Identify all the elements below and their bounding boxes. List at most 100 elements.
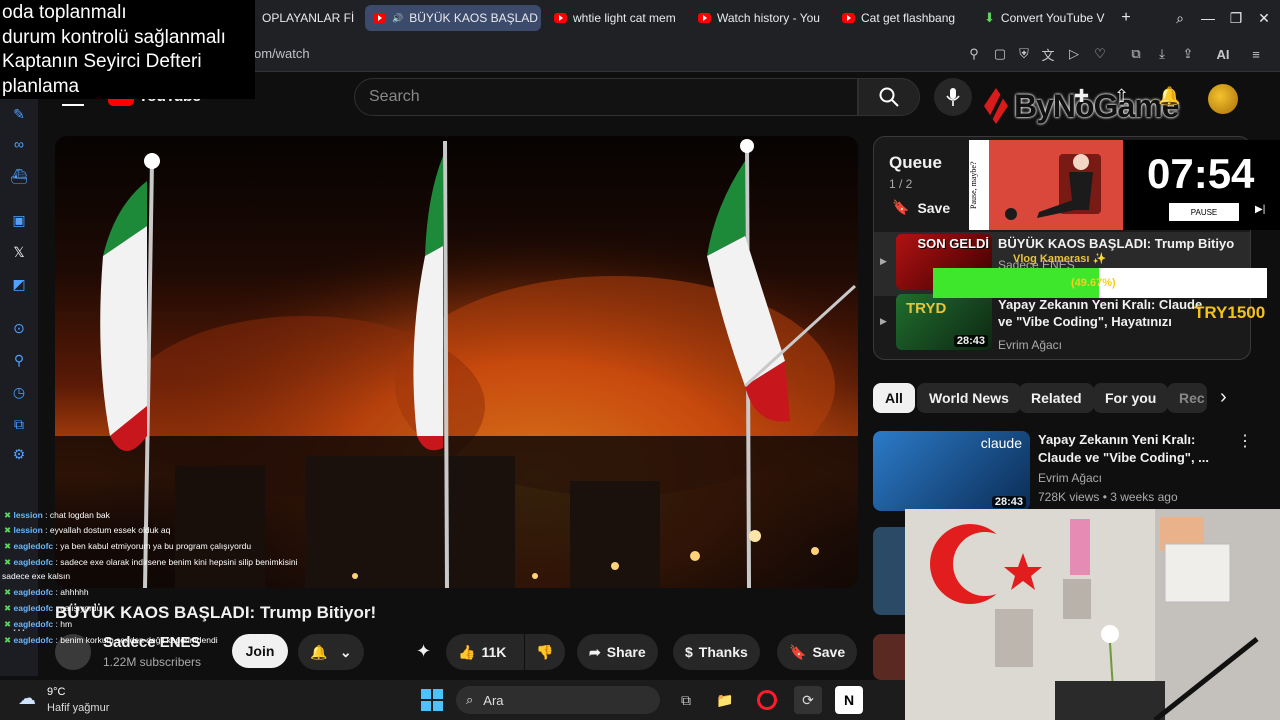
recommendation-item[interactable]: claude 28:43 Yapay Zekanın Yeni Kralı: C…	[873, 431, 1253, 511]
translate-icon[interactable]: 文	[1038, 44, 1058, 64]
youtube-icon	[842, 13, 855, 23]
ship-icon[interactable]: ⛴	[9, 166, 29, 186]
taskbar-search[interactable]: ⌕ Ara	[456, 686, 660, 714]
settings-icon[interactable]: ⚙	[9, 444, 29, 464]
download-icon[interactable]: ⤓	[1152, 44, 1172, 64]
chat-message: eyvallah dostum essek olduk aq	[49, 525, 171, 535]
recommendation-thumbnail-partial[interactable]	[873, 527, 905, 615]
puzzle-icon[interactable]: ⧉	[9, 414, 29, 434]
chat-message: chat logdan bak	[49, 510, 110, 520]
thanks-icon: $	[685, 644, 693, 660]
queue-item[interactable]: ▶ TRYD 28:43 Yapay Zekanın Yeni Kralı: C…	[874, 292, 1250, 356]
dislike-button[interactable]: 👎	[525, 634, 565, 670]
chip-world-news[interactable]: World News	[917, 383, 1021, 413]
browser-tab-active[interactable]: 🔊 BÜYÜK KAOS BAŞLAD	[365, 5, 541, 31]
browser-tab[interactable]: OPLAYANLAR FİL	[254, 5, 354, 31]
screenshot-icon[interactable]: ▢	[990, 44, 1010, 64]
shield-icon[interactable]: ⛨	[1014, 44, 1034, 64]
twitch-icon[interactable]: ▣	[9, 210, 29, 230]
chat-overlay: ✖ lession : chat logdan bak ✖ lession : …	[0, 493, 420, 673]
history-icon[interactable]: ◷	[9, 382, 29, 402]
chat-user: eagledofc	[13, 635, 54, 645]
browser-tab[interactable]: ⬇ Convert YouTube V	[976, 5, 1112, 31]
file-explorer-icon[interactable]: 📁	[711, 686, 739, 714]
opera-icon[interactable]	[753, 686, 781, 714]
favorite-icon[interactable]: ♡	[1090, 44, 1110, 64]
voice-search-button[interactable]	[934, 78, 972, 116]
chip-all[interactable]: All	[873, 383, 915, 413]
temperature[interactable]: 9°C	[47, 686, 65, 698]
queue-save-button[interactable]: 🔖 Save	[892, 199, 950, 216]
webcam-feed	[905, 509, 1280, 720]
x-icon[interactable]: 𝕏	[9, 242, 29, 262]
start-button[interactable]	[418, 686, 446, 714]
new-tab-button[interactable]: +	[1116, 8, 1136, 28]
minimize-icon[interactable]: —	[1198, 8, 1218, 28]
try-amount: TRY1500	[1194, 303, 1266, 322]
chip-recent[interactable]: Rec	[1167, 383, 1207, 413]
thumbnail-text: TRYD	[906, 300, 947, 317]
chip-related[interactable]: Related	[1019, 383, 1094, 413]
recommendation-channel: Evrim Ağacı	[1038, 471, 1103, 485]
browser-tab[interactable]: Cat get flashbang	[834, 5, 974, 31]
ai-button[interactable]: AI	[1210, 44, 1236, 64]
bookmark-icon: 🔖	[892, 199, 910, 215]
tab-label: OPLAYANLAR FİL	[262, 11, 354, 25]
webcam-scene	[905, 509, 1280, 720]
skip-icon[interactable]: ▶|	[1255, 204, 1265, 215]
chip-for-you[interactable]: For you	[1093, 383, 1169, 413]
stream-timer-widget: Pause, maybe? 07:54 PAUSE ▶|	[969, 140, 1280, 230]
save-button[interactable]: 🔖 Save	[777, 634, 858, 670]
video-duration: 28:43	[953, 335, 988, 347]
chevron-right-icon[interactable]: ›	[1220, 386, 1227, 409]
search-button[interactable]	[858, 78, 920, 116]
chat-line: sadece exe kalsın	[2, 571, 70, 581]
restore-icon[interactable]: ❐	[1226, 8, 1246, 28]
app-icon[interactable]: ◩	[9, 274, 29, 294]
play-icon[interactable]: ▷	[1064, 44, 1084, 64]
search-input[interactable]: Search	[354, 78, 858, 116]
tab-label: whtie light cat mem	[573, 11, 676, 25]
chat-message: benim korkum senden değil kaderimdendi	[60, 635, 218, 645]
pen-icon[interactable]: ✎	[9, 104, 29, 124]
save-label: Save	[812, 644, 846, 660]
thanks-button[interactable]: $ Thanks	[673, 634, 760, 670]
weather-description[interactable]: Hafif yağmur	[47, 702, 109, 714]
pause-button[interactable]: PAUSE	[1169, 203, 1239, 221]
notifications-icon[interactable]: 🔔	[1158, 86, 1180, 107]
more-options-icon[interactable]: ⋮	[1237, 431, 1253, 451]
search-tabs-icon[interactable]: ⌕	[1170, 8, 1190, 28]
task-view-icon[interactable]: ⧉	[672, 686, 700, 714]
notion-icon[interactable]: N	[835, 686, 863, 714]
url-text[interactable]: om/watch	[254, 46, 310, 61]
recommendation-title: Yapay Zekanın Yeni Kralı: Claude ve "Vib…	[1038, 432, 1210, 465]
like-button[interactable]: 👍 11K	[446, 634, 524, 670]
pin-icon[interactable]: ⚲	[964, 44, 984, 64]
windows-taskbar: ☁ 9°C Hafif yağmur ⌕ Ara ⧉ 📁 ⟳ N	[0, 680, 905, 720]
queue-thumbnail: TRYD 28:43	[896, 294, 992, 350]
close-icon[interactable]: ✕	[1254, 8, 1274, 28]
chat-message: sadece exe olarak indirsene benim kini h…	[60, 557, 298, 567]
timer-display: 07:54	[1147, 150, 1255, 197]
recommendation-meta: 728K views • 3 weeks ago	[1038, 490, 1178, 504]
timer-panel: 07:54 PAUSE ▶|	[1123, 140, 1280, 230]
tab-label: Convert YouTube V	[1000, 11, 1105, 25]
menu-icon[interactable]: ≡	[1246, 44, 1266, 64]
avatar[interactable]	[1208, 84, 1238, 114]
recommendation-thumbnail-partial[interactable]	[873, 634, 905, 680]
extensions-icon[interactable]: ⧉	[1126, 44, 1146, 64]
share-icon[interactable]: ⇪	[1178, 44, 1198, 64]
browser-tab[interactable]: whtie light cat mem	[546, 5, 686, 31]
search-icon: ⌕	[466, 692, 474, 707]
create-icon[interactable]: ✚	[1074, 86, 1089, 107]
app-icon[interactable]: ⟳	[794, 686, 822, 714]
share-button[interactable]: ➦ Share	[577, 634, 658, 670]
tab-label: Cat get flashbang	[861, 11, 956, 25]
browser-tab[interactable]: Watch history - You	[690, 5, 830, 31]
play-circle-icon[interactable]: ⊙	[9, 318, 29, 338]
share-label: Share	[606, 644, 646, 660]
glasses-icon[interactable]: ∞	[9, 134, 29, 154]
like-count: 11K	[481, 644, 507, 660]
pin-icon[interactable]: ⚲	[9, 350, 29, 370]
upload-icon[interactable]: ⇧	[1114, 86, 1129, 107]
